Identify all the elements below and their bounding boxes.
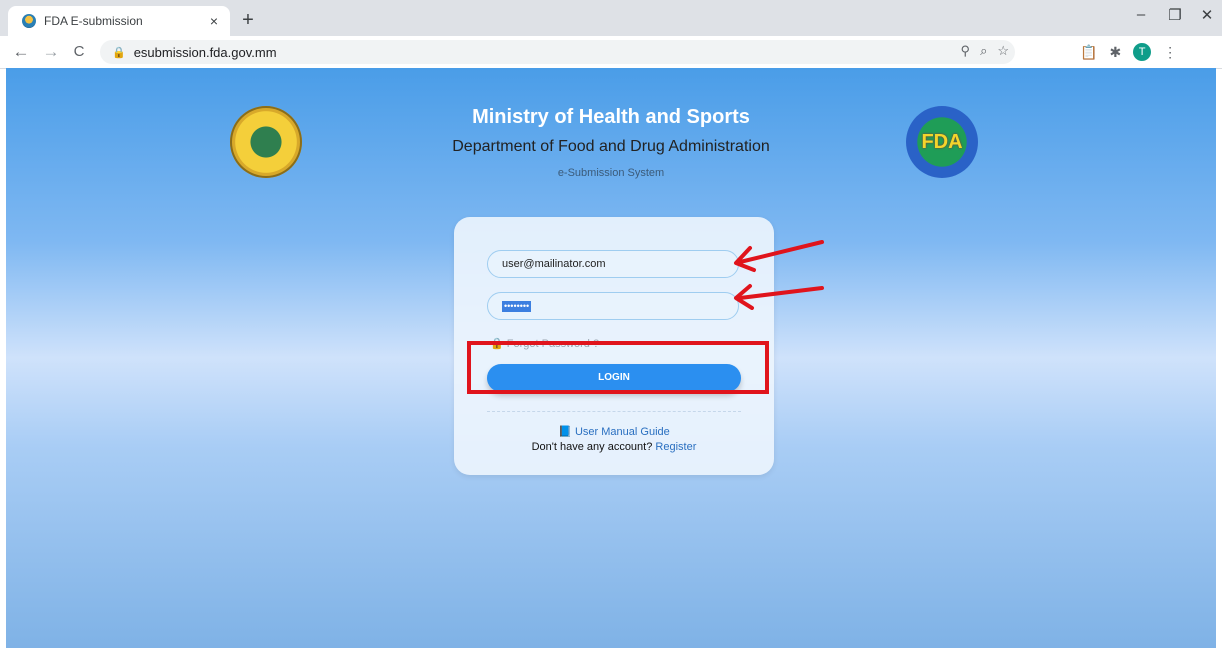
url-text: esubmission.fda.gov.mm: [133, 44, 277, 60]
restore-button[interactable]: ❐: [1160, 6, 1190, 24]
close-window-button[interactable]: ✕: [1192, 6, 1222, 24]
lock-icon: 🔒: [112, 46, 126, 59]
browser-chrome: FDA E-submission × + – ❐ ✕ ← → C 🔒 esubm…: [0, 0, 1222, 69]
key-icon[interactable]: ⚲: [961, 43, 971, 59]
email-arrow-icon: [734, 240, 824, 272]
fda-logo-text: FDA: [921, 130, 963, 153]
password-field[interactable]: ••••••••: [487, 292, 739, 320]
page-title: Ministry of Health and Sports: [472, 106, 750, 128]
omnibox-icons: ⚲ ⌕ ☆: [961, 43, 1009, 59]
password-arrow-icon: [734, 284, 824, 310]
menu-icon[interactable]: ⋮: [1163, 44, 1177, 61]
forward-button[interactable]: →: [40, 42, 62, 62]
address-bar[interactable]: 🔒 esubmission.fda.gov.mm ⚲ ⌕ ☆: [100, 40, 1015, 64]
tab-strip: FDA E-submission × + – ❐ ✕: [0, 0, 1222, 36]
new-tab-button[interactable]: +: [236, 9, 260, 33]
email-value: user@mailinator.com: [502, 258, 606, 270]
minimize-button[interactable]: –: [1126, 6, 1156, 23]
register-line: Don't have any account? Register: [454, 441, 774, 453]
email-field[interactable]: user@mailinator.com: [487, 250, 739, 278]
back-button[interactable]: ←: [10, 42, 32, 62]
star-icon[interactable]: ☆: [997, 43, 1009, 59]
department-name: Department of Food and Drug Administrati…: [452, 138, 770, 155]
system-name: e-Submission System: [557, 167, 665, 179]
no-account-text: Don't have any account?: [531, 441, 653, 453]
profile-avatar[interactable]: T: [1133, 43, 1152, 61]
clipboard-icon[interactable]: 📋: [1080, 44, 1097, 61]
register-link[interactable]: Register: [655, 441, 696, 453]
browser-toolbar: ← → C 🔒 esubmission.fda.gov.mm ⚲ ⌕ ☆ 📋 ✱…: [0, 36, 1222, 69]
book-icon: 📘: [558, 426, 572, 438]
favicon-icon: [22, 14, 36, 28]
zoom-icon[interactable]: ⌕: [980, 43, 987, 59]
extension-area: 📋 ✱ T ⋮: [1080, 43, 1177, 61]
reload-button[interactable]: C: [68, 43, 90, 60]
fda-logo: FDA: [906, 106, 978, 178]
page-content: Ministry of Health and Sports Department…: [6, 68, 1216, 648]
browser-tab[interactable]: FDA E-submission ×: [8, 6, 230, 36]
user-manual-link[interactable]: 📘 User Manual Guide: [454, 425, 774, 438]
tab-title: FDA E-submission: [44, 14, 143, 28]
divider: [487, 411, 741, 412]
user-manual-label: User Manual Guide: [574, 426, 670, 438]
tab-close-icon[interactable]: ×: [210, 13, 218, 29]
login-highlight-box: [467, 341, 769, 394]
extensions-icon[interactable]: ✱: [1109, 44, 1121, 61]
password-value: ••••••••: [502, 300, 532, 312]
